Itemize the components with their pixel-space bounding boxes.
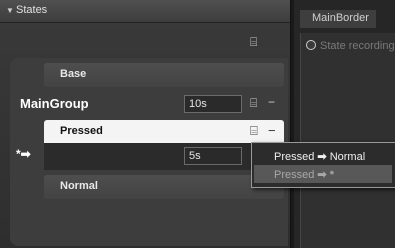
remove-state-icon[interactable]: −: [268, 123, 276, 138]
states-panel-title: States: [16, 4, 48, 16]
add-transition-icon[interactable]: ⌸: [250, 123, 258, 139]
menu-from-label: Pressed: [274, 151, 315, 163]
normal-state-row[interactable]: Normal: [44, 175, 284, 199]
recording-status-text: State recording: [320, 40, 395, 52]
add-state-group-icon[interactable]: ⌸: [250, 36, 257, 48]
add-state-icon[interactable]: ⌸: [250, 96, 257, 111]
normal-state-label: Normal: [60, 180, 98, 192]
collapse-triangle-icon[interactable]: ▼: [6, 6, 14, 15]
mainborder-tab[interactable]: MainBorder: [300, 10, 376, 28]
menu-item-pressed-to-any[interactable]: Pressed ➡ *: [254, 165, 392, 183]
add-transition-menu: Pressed ➡ Normal Pressed ➡ *: [251, 142, 395, 188]
transition-duration-input[interactable]: 5s: [184, 147, 242, 165]
arrow-right-icon: ➡: [317, 151, 327, 163]
menu-to-label: Normal: [329, 151, 366, 163]
any-to-pressed-transition-icon[interactable]: *➡: [16, 147, 31, 161]
base-state-label: Base: [60, 68, 87, 80]
states-panel-header[interactable]: ▼ States: [0, 0, 290, 23]
recording-dot-icon[interactable]: [306, 40, 316, 50]
artboard-content: [300, 33, 395, 248]
pressed-state-label: Pressed: [60, 125, 103, 137]
states-panel: ▼ States ⌸ Base MainGroup 10s ⌸ − Presse…: [0, 0, 291, 248]
arrow-right-icon: ➡: [317, 169, 327, 181]
state-group-name[interactable]: MainGroup: [20, 96, 89, 111]
base-state-row[interactable]: Base: [44, 63, 284, 87]
menu-item-pressed-to-normal[interactable]: Pressed ➡ Normal: [254, 147, 392, 165]
menu-to-label: *: [329, 169, 334, 181]
remove-group-icon[interactable]: −: [268, 95, 275, 109]
default-transition-duration-input[interactable]: 10s: [184, 95, 242, 113]
menu-from-label: Pressed: [274, 169, 315, 181]
